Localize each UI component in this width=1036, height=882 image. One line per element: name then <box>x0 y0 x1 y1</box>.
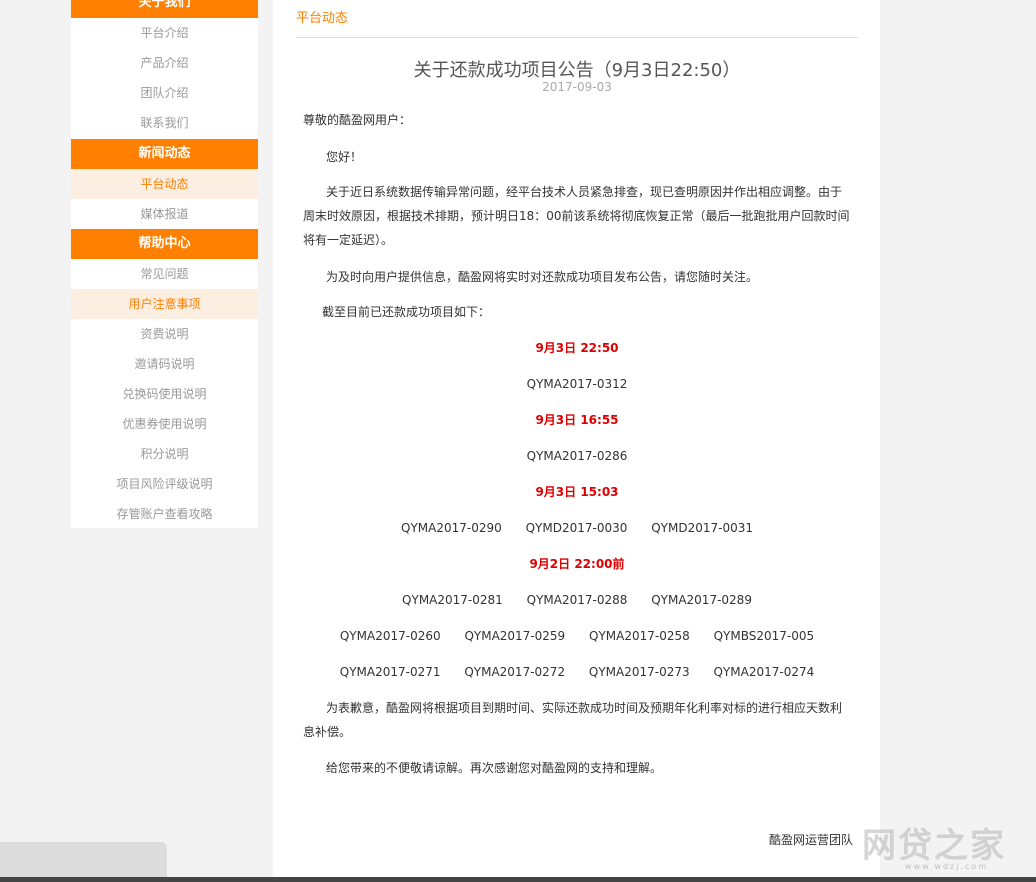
sidebar-item-invite-code[interactable]: 邀请码说明 <box>71 349 258 379</box>
project-code: QYMA2017-0274 <box>713 665 815 679</box>
sidebar-item-points[interactable]: 积分说明 <box>71 439 258 469</box>
hello-line: 您好！ <box>326 150 363 164</box>
project-code: QYMA2017-0288 <box>526 593 628 607</box>
group-time-2: 9月3日 16:55 <box>535 413 619 427</box>
sidebar-item-platform-intro[interactable]: 平台介绍 <box>71 18 258 48</box>
breadcrumb[interactable]: 平台动态 <box>296 7 348 26</box>
project-code: QYMBS2017-005 <box>713 629 815 643</box>
sidebar-item-user-notes[interactable]: 用户注意事项 <box>71 289 258 319</box>
sidebar-item-platform-news[interactable]: 平台动态 <box>71 169 258 199</box>
project-code: QYMA2017-0312 <box>526 377 628 391</box>
project-code: QYMA2017-0281 <box>402 593 503 607</box>
greeting: 尊敬的酷盈网用户： <box>303 113 412 127</box>
article-panel: 平台动态 关于还款成功项目公告（9月3日22:50） 2017-09-03 尊敬… <box>273 0 880 882</box>
code-row-4: QYMA2017-0281 QYMA2017-0288 QYMA2017-028… <box>296 588 858 612</box>
sidebar-help-list: 帮助中心 常见问题 用户注意事项 资费说明 邀请码说明 兑换码使用说明 优惠券使… <box>71 229 258 529</box>
project-code: QYMA2017-0258 <box>589 629 690 643</box>
sidebar-item-redeem-code[interactable]: 兑换码使用说明 <box>71 379 258 409</box>
sidebar-item-risk-rating[interactable]: 项目风险评级说明 <box>71 469 258 499</box>
code-row-3: QYMA2017-0290 QYMD2017-0030 QYMD2017-003… <box>296 516 858 540</box>
sidebar-section-news[interactable]: 新闻动态 <box>71 139 258 169</box>
bottom-left-panel <box>0 842 167 882</box>
paragraph-2: 为及时向用户提供信息，酷盈网将实时对还款成功项目发布公告，请您随时关注。 <box>326 270 759 284</box>
sidebar-nav: 关于我们 平台介绍 产品介绍 团队介绍 联系我们 新闻动态 平台动态 媒体报道 … <box>71 0 258 528</box>
group-time-4: 9月2日 22:00前 <box>529 557 625 571</box>
signature: 酷盈网运营团队 <box>769 833 854 847</box>
project-code: QYMA2017-0286 <box>526 449 628 463</box>
paragraph-5: 给您带来的不便敬请谅解。再次感谢您对酷盈网的支持和理解。 <box>326 761 663 775</box>
project-code: QYMA2017-0289 <box>651 593 752 607</box>
paragraph-1a: 关于近日系统数据传输异常问题，经平台技术人员紧急排查，现已查明原因并作出相应调整… <box>326 185 843 199</box>
sidebar-item-custody-account[interactable]: 存管账户查看攻略 <box>71 499 258 529</box>
sidebar-item-media-reports[interactable]: 媒体报道 <box>71 199 258 229</box>
sidebar-item-team-intro[interactable]: 团队介绍 <box>71 78 258 108</box>
project-code: QYMD2017-0030 <box>525 521 628 535</box>
sidebar-item-product-intro[interactable]: 产品介绍 <box>71 48 258 78</box>
code-row-2: QYMA2017-0286 <box>296 444 858 468</box>
project-code: QYMA2017-0272 <box>464 665 566 679</box>
bottom-edge-bar <box>0 877 1036 882</box>
code-row-6: QYMA2017-0271 QYMA2017-0272 QYMA2017-027… <box>296 660 858 684</box>
paragraph-4b: 息补偿。 <box>303 725 352 739</box>
sidebar-item-faq[interactable]: 常见问题 <box>71 259 258 289</box>
project-code: QYMA2017-0271 <box>339 665 441 679</box>
article-title: 关于还款成功项目公告（9月3日22:50） <box>413 60 741 81</box>
watermark-logo: 网贷之家 <box>862 826 1006 866</box>
group-time-1: 9月3日 22:50 <box>535 341 619 355</box>
paragraph-3: 截至目前已还款成功项目如下： <box>322 305 491 319</box>
sidebar-item-contact[interactable]: 联系我们 <box>71 108 258 138</box>
paragraph-1b: 周末时效原因，根据技术排期，预计明日18：00前该系统将彻底恢复正常（最后一批跑… <box>303 209 850 223</box>
watermark-url: www.wdzj.com <box>905 862 989 871</box>
sidebar-section-about[interactable]: 关于我们 <box>71 0 258 18</box>
project-code: QYMA2017-0290 <box>401 521 502 535</box>
project-code: QYMA2017-0273 <box>588 665 690 679</box>
sidebar-section-help[interactable]: 帮助中心 <box>71 229 258 259</box>
project-code: QYMD2017-0031 <box>651 521 753 535</box>
paragraph-4a: 为表歉意，酷盈网将根据项目到期时间、实际还款成功时间及预期年化利率对标的进行相应… <box>326 701 843 715</box>
code-row-1: QYMA2017-0312 <box>296 372 858 396</box>
sidebar-about-list: 平台介绍 产品介绍 团队介绍 联系我们 <box>71 18 258 138</box>
project-code: QYMA2017-0259 <box>464 629 566 643</box>
project-code: QYMA2017-0260 <box>339 629 441 643</box>
article-date: 2017-09-03 <box>542 80 612 94</box>
breadcrumb-divider <box>296 37 858 38</box>
sidebar-news-list: 新闻动态 平台动态 媒体报道 <box>71 139 258 229</box>
code-row-5: QYMA2017-0260 QYMA2017-0259 QYMA2017-025… <box>296 624 858 648</box>
group-time-3: 9月3日 15:03 <box>535 485 619 499</box>
sidebar-item-fees[interactable]: 资费说明 <box>71 319 258 349</box>
paragraph-1c: 将有一定延迟）。 <box>303 233 394 247</box>
sidebar-item-coupon[interactable]: 优惠券使用说明 <box>71 409 258 439</box>
